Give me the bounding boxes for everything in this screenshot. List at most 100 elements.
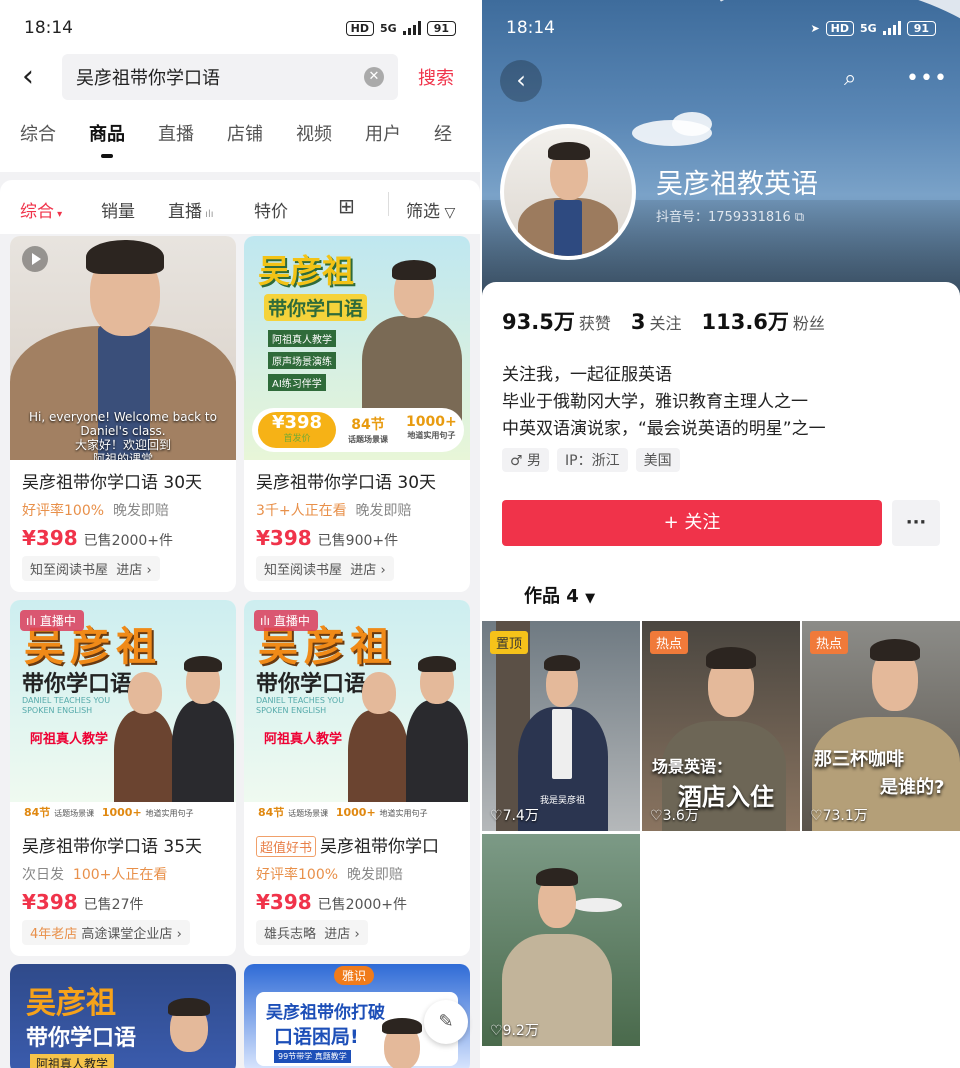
battery-icon: 91 — [906, 20, 936, 36]
hair — [86, 240, 164, 274]
fans-count[interactable]: 113.6万 — [701, 306, 788, 336]
signal-icon — [402, 21, 421, 35]
profile-bio: 关注我，一起征服英语 毕业于俄勒冈大学，雅识教育主理人之一 中英双语演说家，“最… — [502, 365, 826, 439]
edit-note-icon[interactable]: ✎ — [424, 1000, 468, 1044]
video-thumb[interactable]: 我是吴彦祖 置顶 ♡7.4万 — [482, 621, 640, 831]
clock: 18:14 — [24, 18, 73, 38]
video-overlay-text: 那三杯咖啡 — [814, 749, 904, 770]
clear-icon[interactable]: ✕ — [364, 67, 384, 87]
filter-sales[interactable]: 销量 — [101, 197, 135, 222]
sold-count: 已售27件 — [83, 897, 144, 913]
hd-icon: HD — [825, 20, 854, 36]
hair — [382, 1018, 422, 1034]
signal-icon — [882, 21, 901, 35]
avatar[interactable] — [500, 124, 636, 260]
viewer-count: 100+人正在看 — [72, 867, 168, 883]
live-icon: ılı — [260, 614, 274, 628]
follow-button[interactable]: + 关注 — [502, 500, 882, 546]
hot-badge: 热点 — [650, 631, 689, 654]
product-card[interactable]: 吴彦祖 带你学口语 阿祖真人教学 — [10, 964, 236, 1068]
gender-tag: ♂ 男 — [502, 448, 550, 472]
price: ¥398 — [22, 890, 78, 914]
rating: 好评率100% — [22, 503, 105, 519]
network-label: 5G — [860, 21, 877, 35]
sold-count: 已售2000+件 — [317, 897, 408, 913]
product-card[interactable]: 吴彦祖 带你学口语 DANIEL TEACHES YOU SPOKEN ENGL… — [10, 600, 236, 956]
tab-users[interactable]: 用户 — [365, 120, 401, 146]
following-count[interactable]: 3 — [631, 310, 646, 334]
hair — [392, 260, 436, 280]
hair — [706, 647, 756, 669]
filter-sale[interactable]: 特价 — [254, 197, 288, 222]
video-thumb[interactable]: 那三杯咖啡 是谁的? 热点 ♡73.1万 — [802, 621, 960, 831]
product-card[interactable]: Hi, everyone! Welcome back to Daniel's c… — [10, 236, 236, 592]
back-arrow-icon[interactable]: ‹ — [22, 60, 52, 94]
grid-view-icon[interactable]: ⊞ — [338, 194, 355, 218]
poster-subtitle: 带你学口语 — [264, 294, 368, 321]
works-tab[interactable]: 作品 4 ▼ — [524, 582, 595, 608]
face — [128, 672, 162, 714]
viewer-count: 3千+人正在看 — [256, 503, 347, 519]
status-bar: 18:14 ➤ HD 5G 91 — [482, 0, 960, 56]
delivery-note: 晚发即赔 — [112, 503, 169, 519]
product-title: 吴彦祖带你学口语 35天 — [22, 837, 203, 857]
product-poster: 吴彦祖 带你学口语 阿祖真人教学 — [10, 964, 236, 1068]
tab-live[interactable]: 直播 — [158, 120, 194, 146]
shop-link[interactable]: 知至阅读书屋 进店 › — [22, 556, 160, 581]
video-caption: 我是吴彦祖 — [540, 796, 586, 806]
back-arrow-icon[interactable]: ‹ — [500, 60, 542, 102]
product-title: 超值好书 吴彦祖带你学口 — [256, 832, 460, 857]
caret-down-icon: ▾ — [54, 209, 63, 220]
clock: 18:14 — [506, 18, 555, 38]
heart-icon: ♡ — [490, 1023, 503, 1039]
shop-link[interactable]: 雄兵志略 进店 › — [256, 920, 368, 945]
tab-products[interactable]: 商品 — [89, 120, 125, 158]
live-badge: ılı 直播中 — [20, 610, 84, 631]
filter-live[interactable]: 直播 ılı — [168, 197, 214, 222]
filter-comprehensive[interactable]: 综合 ▾ — [20, 197, 62, 222]
product-poster: 吴彦祖 带你学口语 DANIEL TEACHES YOU SPOKEN ENGL… — [10, 600, 236, 824]
ip-tag: IP：浙江 — [557, 448, 628, 472]
tab-shops[interactable]: 店铺 — [227, 120, 263, 146]
heart-icon: ♡ — [490, 808, 503, 824]
play-icon[interactable] — [22, 246, 48, 272]
status-bar: 18:14 HD 5G 91 — [0, 0, 480, 56]
location-tag: 美国 — [635, 448, 680, 472]
product-title: 吴彦祖带你学口语 30天 — [22, 473, 203, 493]
video-subtitles: Hi, everyone! Welcome back to Daniel's c… — [29, 410, 217, 460]
product-title: 吴彦祖带你学口语 30天 — [256, 473, 437, 493]
ship-note: 次日发 — [22, 867, 64, 883]
tab-comprehensive[interactable]: 综合 — [20, 120, 56, 146]
copy-icon[interactable]: ⧉ — [795, 210, 804, 225]
live-icon: ılı — [26, 614, 40, 628]
video-thumb[interactable]: 场景英语： 酒店入住 热点 ♡3.6万 — [642, 621, 800, 831]
product-card[interactable]: 吴彦祖 带你学口语 DANIEL TEACHES YOU SPOKEN ENGL… — [244, 600, 470, 956]
video-thumb[interactable]: ♡9.2万 — [482, 834, 640, 1046]
delivery-note: 晚发即赔 — [355, 503, 412, 519]
search-button[interactable]: 搜索 — [418, 64, 454, 90]
live-bars-icon: ılı — [202, 209, 214, 220]
product-card[interactable]: 吴彦祖 带你学口语 阿祖真人教学 原声场景演练 AI练习伴学 ¥398 首发价 8… — [244, 236, 470, 592]
tab-more[interactable]: 经 — [434, 120, 452, 146]
filter-button[interactable]: 筛选 ▽ — [406, 197, 455, 222]
search-input[interactable]: 吴彦祖带你学口语 ✕ — [62, 54, 398, 100]
shop-link[interactable]: 4年老店 高途课堂企业店 › — [22, 920, 190, 945]
poster-price-banner: ¥398 首发价 84节 话题场景课 1000+ 地道实用句子 — [252, 408, 464, 452]
tab-videos[interactable]: 视频 — [296, 120, 332, 146]
more-options-button[interactable]: ··· — [892, 500, 940, 546]
more-icon[interactable]: ••• — [906, 66, 948, 91]
search-icon[interactable]: ⌕ — [844, 66, 856, 91]
shirt — [554, 200, 582, 256]
sold-count: 已售900+件 — [317, 533, 399, 549]
live-badge: ılı 直播中 — [254, 610, 318, 631]
person-body — [348, 710, 408, 810]
brand-logo: 雅识 — [334, 966, 375, 985]
shirt — [552, 709, 572, 779]
price: ¥398 — [22, 526, 78, 550]
poster-name: 吴彦祖 — [258, 252, 355, 290]
network-label: 5G — [380, 21, 397, 35]
product-poster: 吴彦祖 带你学口语 阿祖真人教学 原声场景演练 AI练习伴学 ¥398 首发价 8… — [244, 236, 470, 460]
shop-link[interactable]: 知至阅读书屋 进店 › — [256, 556, 394, 581]
hair — [544, 655, 580, 671]
poster-name: 吴彦祖 — [26, 986, 116, 1021]
